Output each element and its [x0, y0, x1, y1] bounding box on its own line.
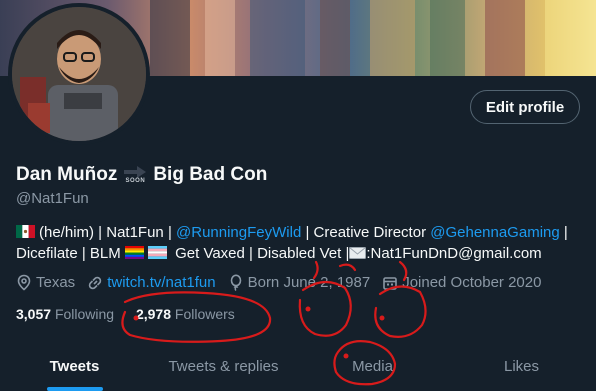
birthday-item: Born June 2, 1987 — [228, 274, 371, 291]
location-text: Texas — [36, 274, 76, 291]
mention-gehennagaming[interactable]: @GehennaGaming — [430, 224, 559, 241]
website-link[interactable]: twitch.tv/nat1fun — [107, 274, 215, 291]
bio-email: :Nat1FunDnD@gmail.com — [366, 245, 542, 262]
following-label: Following — [54, 306, 115, 322]
location-item: Texas — [16, 274, 75, 291]
profile-meta: Texas twitch.tv/nat1fun Born June 2, 198… — [16, 274, 553, 291]
birthday-text: Born June 2, 1987 — [247, 274, 371, 291]
profile-bio: (he/him) | Nat1Fun | @RunningFeyWild | C… — [16, 222, 576, 264]
tab-media[interactable]: Media — [298, 346, 447, 391]
calendar-icon — [383, 276, 397, 290]
followers-label: Followers — [174, 306, 235, 322]
bio-text-2: | Creative Director — [301, 224, 431, 241]
profile-tabs: Tweets Tweets & replies Media Likes — [0, 346, 596, 391]
tab-likes[interactable]: Likes — [447, 346, 596, 391]
website-item: twitch.tv/nat1fun — [87, 274, 216, 291]
joined-item: Joined October 2020 — [382, 274, 541, 291]
bio-text-5: Get Vaxed | Disabled Vet | — [170, 245, 350, 262]
tab-tweets-and-replies[interactable]: Tweets & replies — [149, 346, 298, 391]
display-name-part1: Dan Muñoz — [16, 164, 118, 185]
joined-text: Joined October 2020 — [402, 274, 542, 291]
following-count: 3,057 — [16, 306, 52, 322]
bio-text-4: Dicefilate | BLM — [16, 245, 125, 262]
mexico-flag-icon — [16, 225, 35, 238]
display-name-part2: Big Bad Con — [153, 164, 268, 185]
followers-count: 2,978 — [135, 306, 172, 322]
edit-profile-button[interactable]: Edit profile — [470, 90, 580, 124]
tab-tweets[interactable]: Tweets — [0, 346, 149, 391]
soon-caption: SOON — [125, 178, 146, 184]
location-icon — [17, 274, 31, 291]
link-icon — [88, 276, 102, 289]
arrow-icon — [124, 166, 147, 178]
pride-flag-icon — [124, 246, 144, 259]
display-name: Dan Muñoz SOON Big Bad Con — [16, 164, 267, 186]
following-link[interactable]: 3,057 Following — [16, 306, 114, 322]
soon-arrow: SOON — [124, 166, 147, 184]
mention-runningfeywild[interactable]: @RunningFeyWild — [176, 224, 301, 241]
trans-flag-icon — [147, 246, 167, 259]
balloon-icon — [230, 274, 241, 291]
profile-avatar[interactable] — [8, 3, 150, 145]
user-handle: @Nat1Fun — [16, 190, 89, 207]
followers-link[interactable]: 2,978 Followers — [136, 306, 235, 322]
envelope-icon — [349, 247, 367, 259]
bio-text-3: | — [559, 224, 568, 241]
follow-stats: 3,057 Following 2,978 Followers — [16, 306, 235, 322]
bio-text-1: (he/him) | Nat1Fun | — [39, 224, 177, 241]
